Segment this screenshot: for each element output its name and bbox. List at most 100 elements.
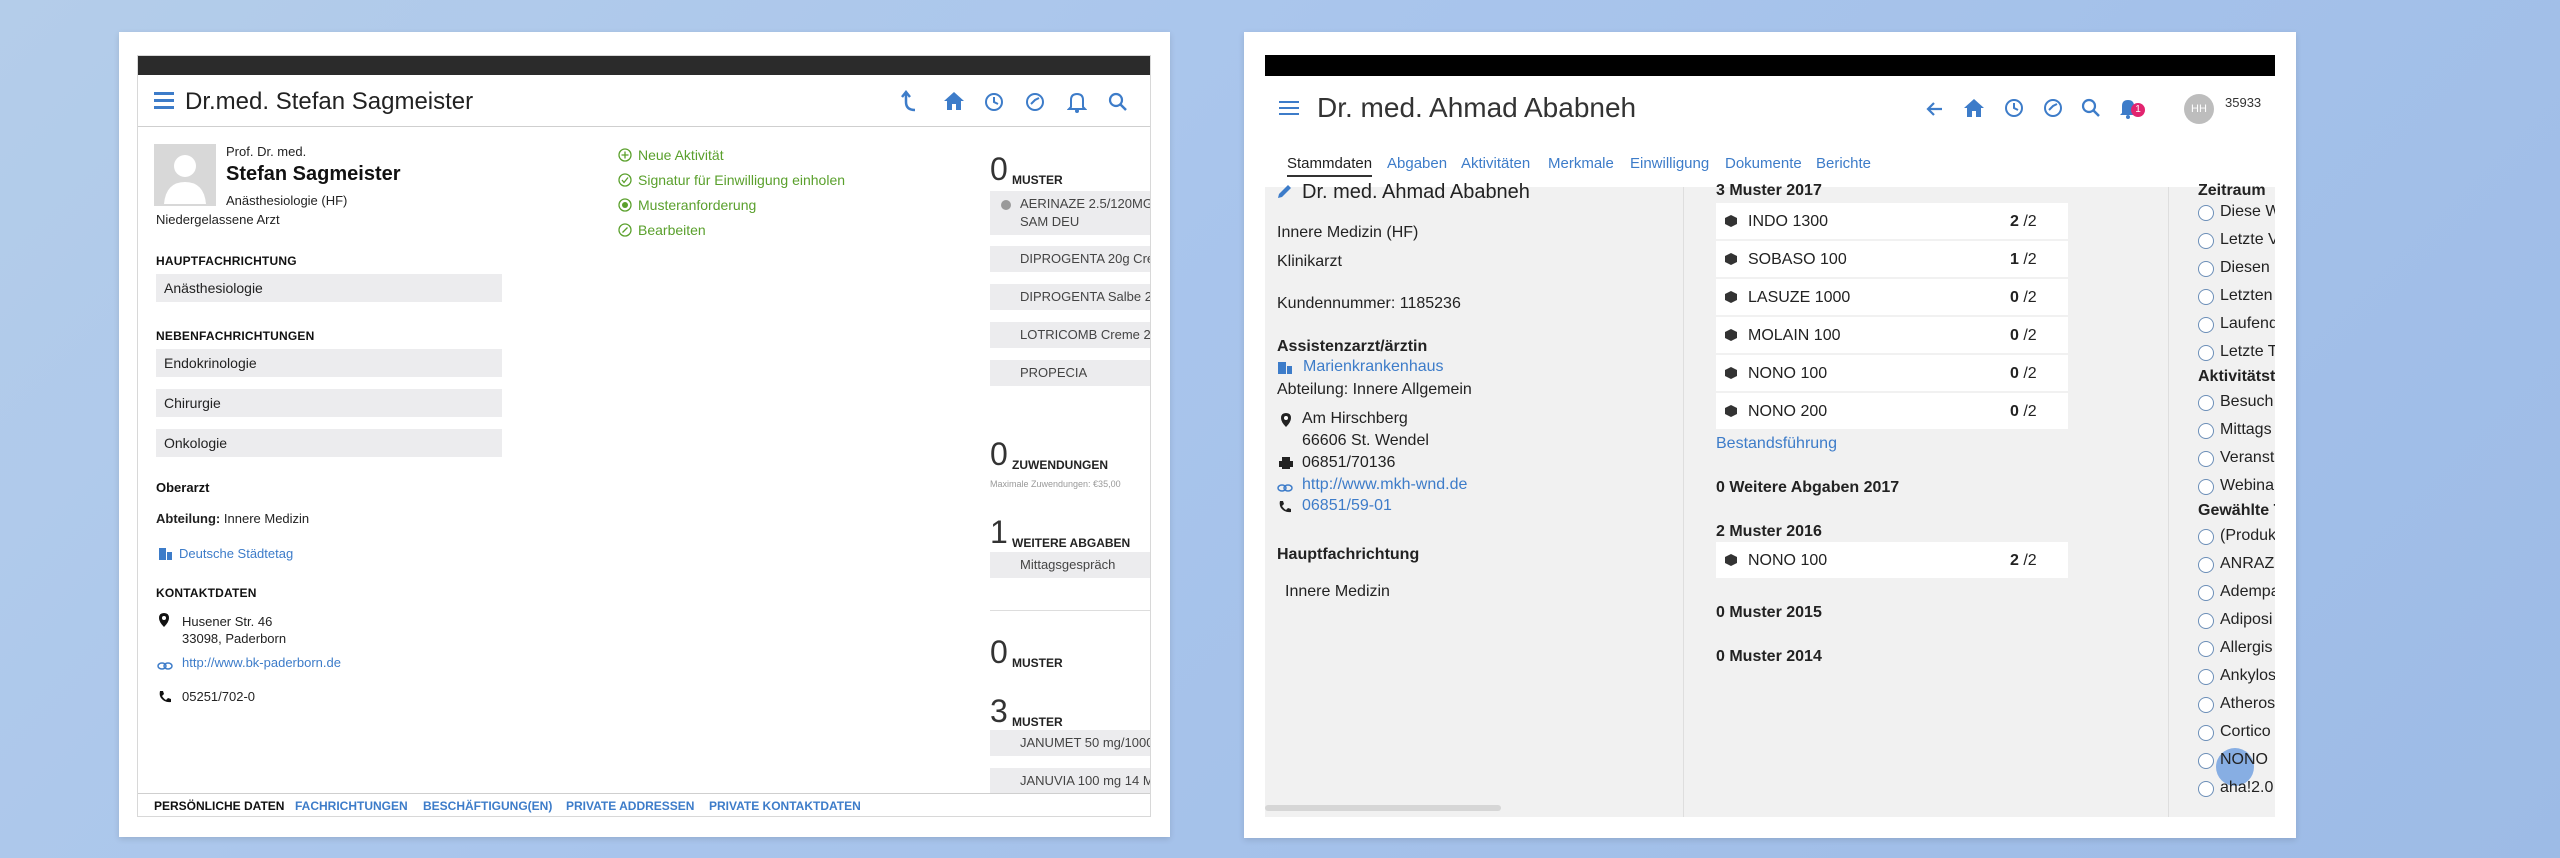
- filter-radio[interactable]: [2198, 317, 2214, 333]
- location-pin-icon: [158, 612, 170, 633]
- tab-einwilligung[interactable]: Einwilligung: [1630, 155, 1709, 172]
- back-icon[interactable]: [901, 89, 919, 117]
- filter-radio[interactable]: [2198, 529, 2214, 545]
- filter-option-label[interactable]: Laufend: [2220, 315, 2275, 333]
- action-neue-aktivitaet[interactable]: Neue Aktivität: [638, 147, 724, 163]
- tab-persoenliche-daten[interactable]: PERSÖNLICHE DATEN: [154, 799, 284, 813]
- institution-link[interactable]: Deutsche Städtetag: [179, 546, 293, 561]
- filter-radio[interactable]: [2198, 451, 2214, 467]
- filter-radio[interactable]: [2198, 585, 2214, 601]
- filter-option-label[interactable]: ANRAZ: [2220, 555, 2275, 573]
- website-link[interactable]: http://www.mkh-wnd.de: [1302, 476, 1467, 494]
- avatar[interactable]: HH: [2184, 94, 2214, 124]
- tab-private-kontaktdaten[interactable]: PRIVATE KONTAKTDATEN: [709, 799, 861, 813]
- filter-radio[interactable]: [2198, 423, 2214, 439]
- muster-row[interactable]: MOLAIN 100 0 /2: [1716, 317, 2068, 353]
- filter-radio[interactable]: [2198, 669, 2214, 685]
- department: Abteilung: Innere Allgemein: [1277, 381, 1472, 398]
- filter-radio[interactable]: [2198, 697, 2214, 713]
- tab-private-addressen[interactable]: PRIVATE ADDRESSEN: [566, 799, 694, 813]
- tab-merkmale[interactable]: Merkmale: [1548, 155, 1614, 172]
- street: Husener Str. 46: [182, 614, 273, 629]
- oberarzt-label: Oberarzt: [156, 480, 210, 495]
- filter-radio[interactable]: [2198, 233, 2214, 249]
- bell-icon[interactable]: [1066, 91, 1088, 118]
- filter-option-label[interactable]: Letzten: [2220, 287, 2275, 305]
- filter-option-label[interactable]: (Produk: [2220, 527, 2275, 545]
- action-musteranforderung[interactable]: Musteranforderung: [638, 197, 756, 213]
- filter-option-label[interactable]: Letzte V: [2220, 231, 2275, 249]
- horizontal-scrollbar[interactable]: [1265, 805, 1501, 811]
- filter-option-label[interactable]: Allergis: [2220, 639, 2275, 657]
- filter-option-label[interactable]: Adempa: [2220, 583, 2275, 601]
- muster-row-name: LASUZE 1000: [1748, 289, 1851, 306]
- filter-option-label[interactable]: aha!2.0: [2220, 779, 2275, 797]
- hauptfachrichtung-value: Innere Medizin: [1285, 583, 1390, 600]
- dashboard-icon[interactable]: [2042, 98, 2064, 123]
- home-icon[interactable]: [943, 91, 965, 116]
- filter-option-label[interactable]: Diesen: [2220, 259, 2275, 277]
- tab-stammdaten[interactable]: Stammdaten: [1287, 155, 1373, 177]
- muster-row-count: 0 /2: [2010, 365, 2037, 382]
- muster-row[interactable]: NONO 100 0 /2: [1716, 355, 2068, 391]
- tab-berichte[interactable]: Berichte: [1816, 155, 1871, 172]
- dashboard-icon[interactable]: [1025, 92, 1045, 117]
- muster-row[interactable]: INDO 1300 2 /2: [1716, 203, 2068, 239]
- muster-row[interactable]: SOBASO 100 1 /2: [1716, 241, 2068, 277]
- tab-aktivitaeten[interactable]: Aktivitäten: [1461, 155, 1530, 172]
- column-divider: [2168, 187, 2169, 817]
- filter-option-label[interactable]: Mittags: [2220, 421, 2275, 439]
- action-signatur[interactable]: Signatur für Einwilligung einholen: [638, 172, 845, 188]
- filter-radio[interactable]: [2198, 395, 2214, 411]
- back-arrow-icon[interactable]: [1925, 99, 1945, 124]
- filter-option-label[interactable]: NONO: [2220, 751, 2275, 769]
- filter-option-label[interactable]: Cortico: [2220, 723, 2275, 741]
- menu-icon[interactable]: [1279, 100, 1299, 121]
- filter-option-label[interactable]: Letzte T: [2220, 343, 2275, 361]
- muster-row[interactable]: NONO 100 2 /2: [1716, 542, 2068, 578]
- filter-radio[interactable]: [2198, 725, 2214, 741]
- filter-radio[interactable]: [2198, 261, 2214, 277]
- filter-radio[interactable]: [2198, 205, 2214, 221]
- muster-row-count: 2 /2: [2010, 213, 2037, 230]
- tab-beschaeftigungen[interactable]: BESCHÄFTIGUNG(EN): [423, 799, 552, 813]
- filter-radio[interactable]: [2198, 753, 2214, 769]
- home-icon[interactable]: [1963, 98, 1985, 123]
- filter-radio[interactable]: [2198, 479, 2214, 495]
- filter-option-label[interactable]: Veranst: [2220, 449, 2275, 467]
- filter-radio[interactable]: [2198, 641, 2214, 657]
- action-bearbeiten[interactable]: Bearbeiten: [638, 222, 706, 238]
- search-icon[interactable]: [2081, 98, 2101, 123]
- filter-radio[interactable]: [2198, 613, 2214, 629]
- filter-option-label[interactable]: Diese W: [2220, 203, 2275, 221]
- nebenfachrichtung-item: Chirurgie: [156, 389, 502, 417]
- filter-option-label[interactable]: Atheros: [2220, 695, 2275, 713]
- muster3-count: 3: [990, 693, 1008, 729]
- filter-radio[interactable]: [2198, 345, 2214, 361]
- history-icon[interactable]: [2004, 98, 2024, 123]
- phone-link[interactable]: 06851/59-01: [1302, 497, 1392, 515]
- tab-abgaben[interactable]: Abgaben: [1387, 155, 1447, 172]
- muster-item-label: LOTRICOMB Creme 20: [1020, 327, 1151, 342]
- muster-row[interactable]: LASUZE 1000 0 /2: [1716, 279, 2068, 315]
- filter-option-label[interactable]: Adiposi: [2220, 611, 2275, 629]
- profile-name: Dr. med. Ahmad Ababneh: [1302, 181, 1530, 203]
- history-icon[interactable]: [984, 92, 1004, 117]
- left-screenshot-panel: Dr.med. Stefan Sagmeister Prof. Dr. med.…: [119, 32, 1170, 837]
- tab-fachrichtungen[interactable]: FACHRICHTUNGEN: [295, 799, 408, 813]
- website-link[interactable]: http://www.bk-paderborn.de: [182, 655, 341, 670]
- filter-option-label[interactable]: Webina: [2220, 477, 2275, 495]
- filter-radio[interactable]: [2198, 781, 2214, 797]
- edit-pencil-icon[interactable]: [1276, 182, 1294, 205]
- bestandsfuehrung-link[interactable]: Bestandsführung: [1716, 435, 1837, 453]
- menu-icon[interactable]: [154, 91, 174, 114]
- filter-radio[interactable]: [2198, 557, 2214, 573]
- filter-radio[interactable]: [2198, 289, 2214, 305]
- search-icon[interactable]: [1108, 92, 1128, 117]
- hospital-link[interactable]: Marienkrankenhaus: [1303, 358, 1444, 376]
- nebenfachrichtung-item: Endokrinologie: [156, 349, 502, 377]
- filter-option-label[interactable]: Ankylos: [2220, 667, 2275, 685]
- filter-option-label[interactable]: Besuch: [2220, 393, 2275, 411]
- muster-row[interactable]: NONO 200 0 /2: [1716, 393, 2068, 429]
- tab-dokumente[interactable]: Dokumente: [1725, 155, 1802, 172]
